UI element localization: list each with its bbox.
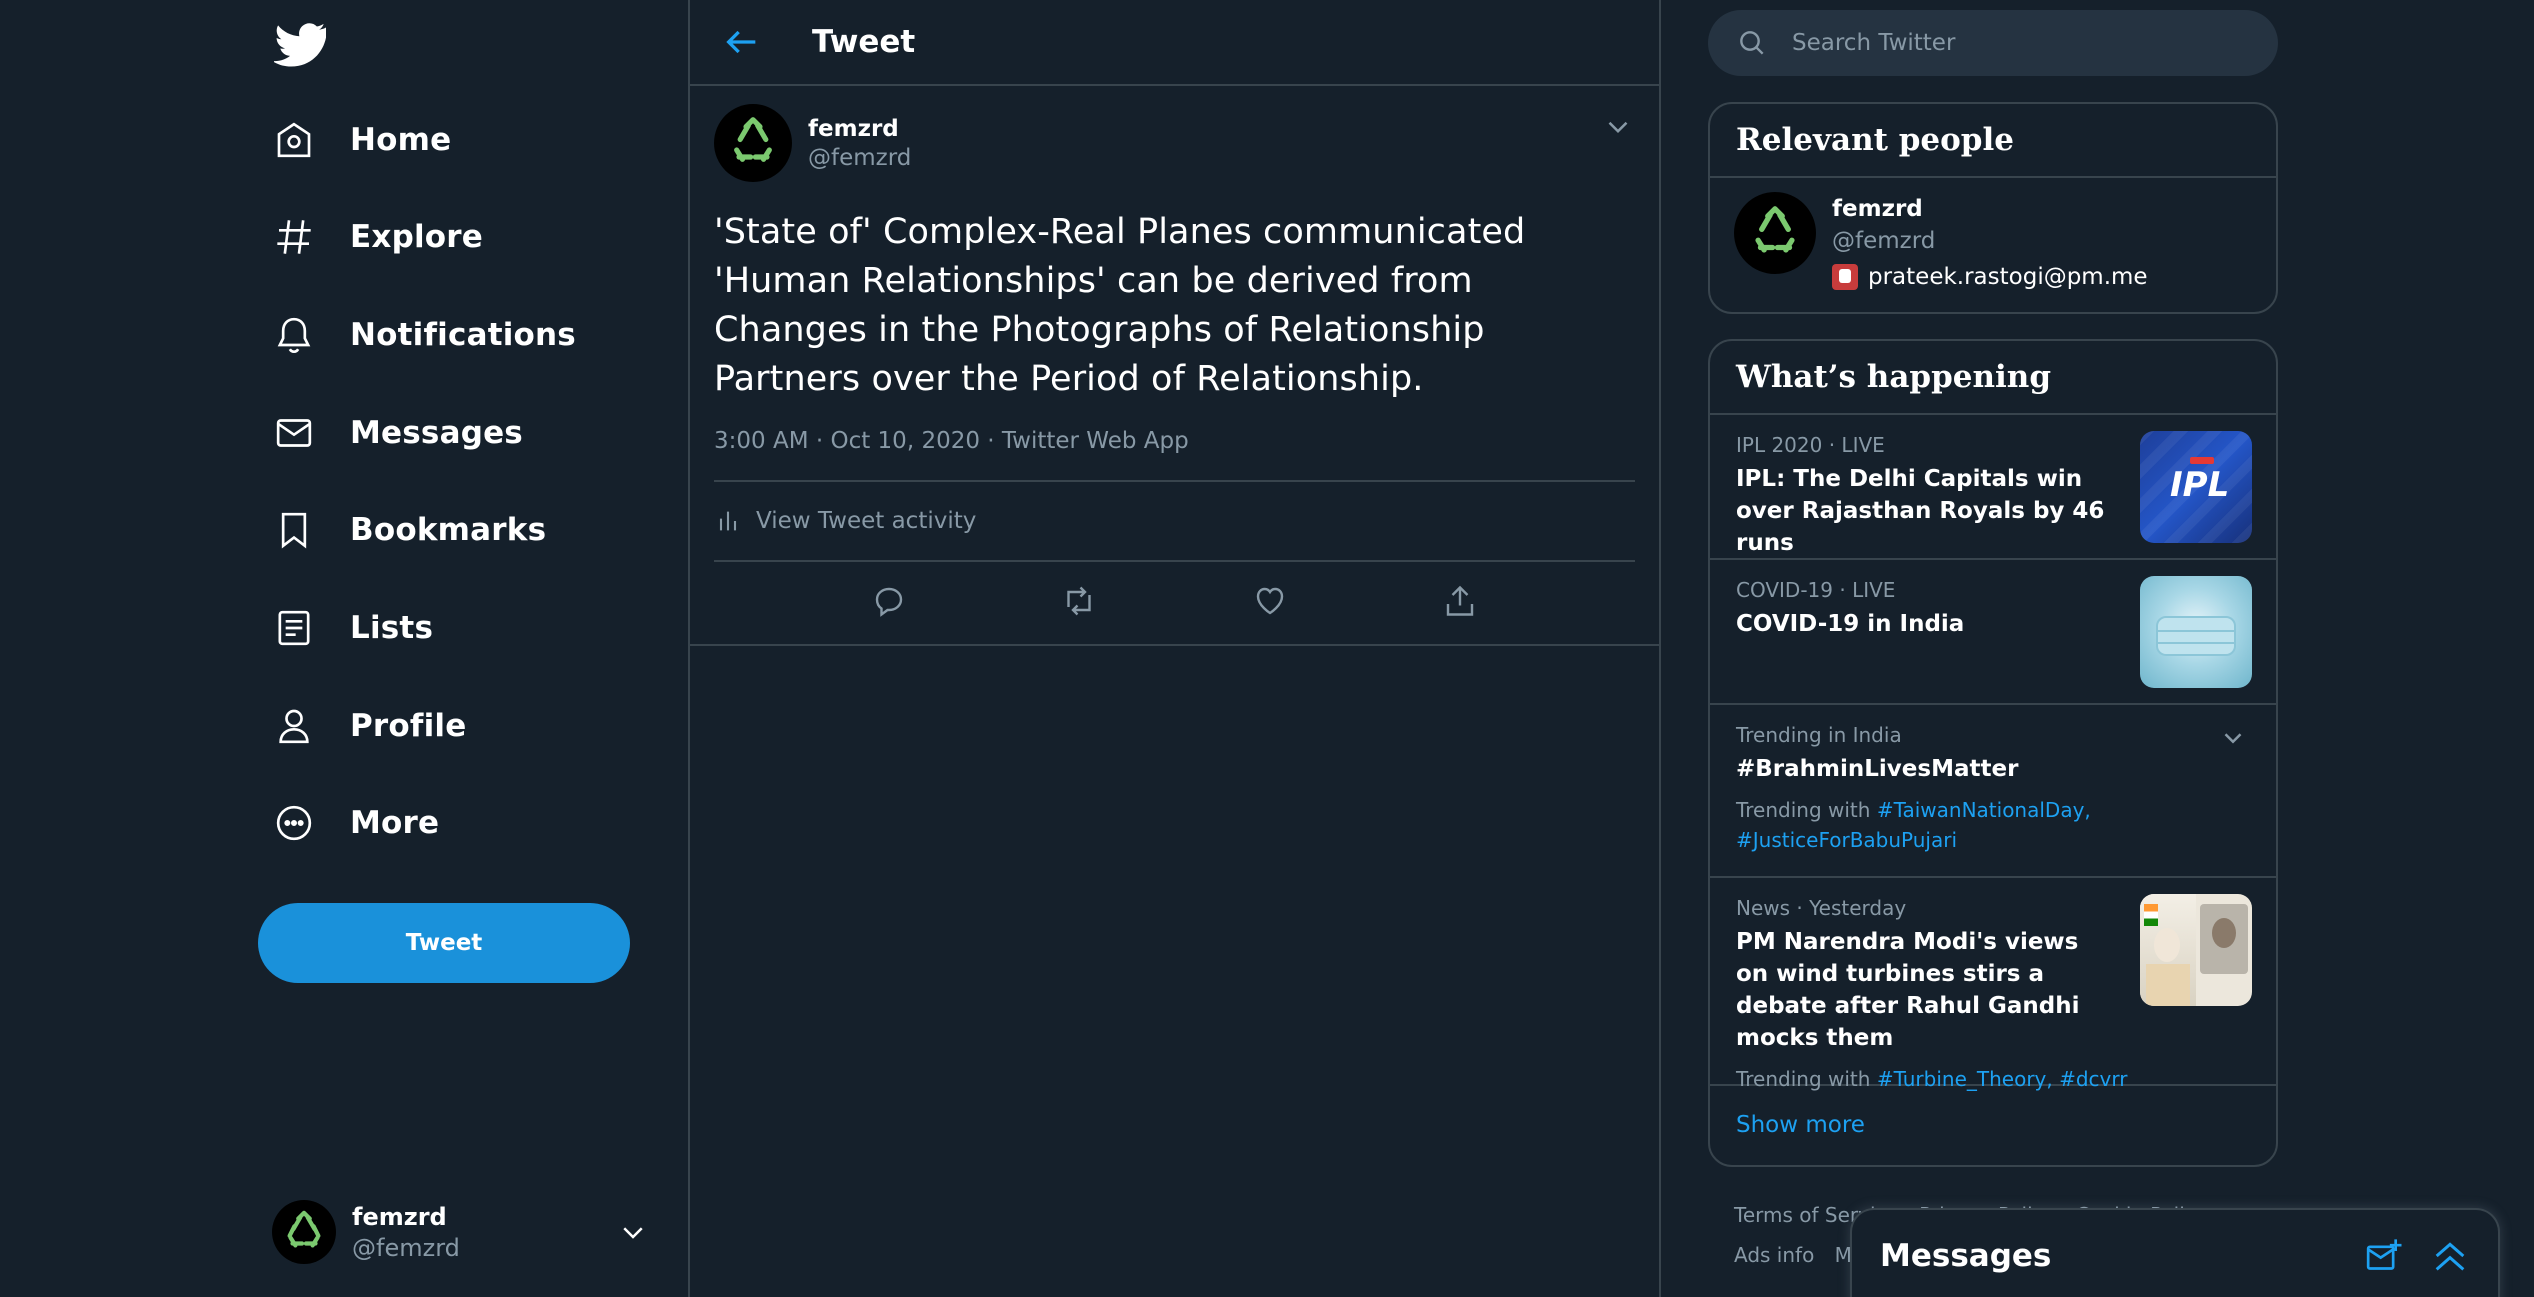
trend-with: Trending with #Turbine_Theory, #dcvrr bbox=[1736, 1064, 2250, 1094]
like-icon[interactable] bbox=[1252, 583, 1288, 619]
recycle-icon bbox=[1755, 206, 1795, 253]
bell-icon bbox=[277, 317, 311, 354]
nav-explore-label: Explore bbox=[350, 219, 483, 255]
relevant-person-bio: prateek.rastogi@pm.me bbox=[1832, 264, 2148, 290]
relevant-person-handle: @femzrd bbox=[1832, 228, 1936, 254]
ipl-logo: IPL bbox=[2170, 465, 2230, 505]
tweet-timestamp[interactable]: 3:00 AM · Oct 10, 2020 · Twitter Web App bbox=[714, 428, 1635, 482]
avatar bbox=[272, 1200, 336, 1264]
back-arrow-icon[interactable] bbox=[722, 22, 762, 62]
account-name: femzrd bbox=[352, 1202, 447, 1231]
trend-with: Trending with #TaiwanNationalDay, #Justi… bbox=[1736, 795, 2250, 855]
nav-more[interactable]: More bbox=[274, 788, 469, 858]
search-input[interactable] bbox=[1792, 30, 2212, 56]
bookmark-icon bbox=[281, 512, 307, 549]
home-icon bbox=[277, 122, 311, 158]
hashtag-icon bbox=[277, 220, 311, 254]
tweet-author-handle[interactable]: @femzrd bbox=[808, 145, 911, 171]
account-handle: @femzrd bbox=[352, 1233, 460, 1262]
trend-item[interactable]: News · Yesterday PM Narendra Modi's view… bbox=[1710, 878, 2276, 1091]
messages-drawer-title: Messages bbox=[1880, 1238, 2052, 1274]
nav-home-label: Home bbox=[350, 122, 452, 158]
trend-with-label: Trending with bbox=[1736, 1067, 1871, 1091]
trend-title: IPL: The Delhi Capitals win over Rajasth… bbox=[1736, 466, 2105, 556]
nav-explore[interactable]: Explore bbox=[274, 202, 513, 272]
mailbox-icon bbox=[1832, 264, 1858, 290]
trend-tag[interactable]: #JusticeForBabuPujari bbox=[1736, 828, 1957, 852]
trend-title: #BrahminLivesMatter bbox=[1736, 756, 2019, 782]
trend-item[interactable]: Trending in India #BrahminLivesMatter Tr… bbox=[1710, 705, 2276, 878]
analytics-icon bbox=[719, 511, 737, 531]
divider bbox=[690, 644, 1659, 646]
recycle-icon bbox=[734, 117, 772, 162]
ipl-thumbnail: IPL bbox=[2140, 431, 2252, 543]
page-title: Tweet bbox=[812, 24, 916, 60]
relevant-person-name[interactable]: femzrd bbox=[1832, 196, 1923, 222]
envelope-icon bbox=[276, 419, 312, 447]
trend-title: COVID-19 in India bbox=[1736, 611, 1965, 637]
relevant-people-title: Relevant people bbox=[1710, 104, 2276, 178]
nav-home[interactable]: Home bbox=[274, 105, 481, 175]
list-icon bbox=[278, 610, 310, 646]
left-sidebar: Home Explore Notifications Messages Book… bbox=[258, 0, 688, 1297]
whats-happening-card: What’s happening IPL 2020 · LIVE IPL: Th… bbox=[1708, 339, 2278, 1167]
mask-thumbnail bbox=[2140, 576, 2252, 688]
nav-notifications-label: Notifications bbox=[350, 317, 576, 353]
trend-item[interactable]: IPL 2020 · LIVE IPL: The Delhi Capitals … bbox=[1710, 415, 2276, 560]
nav-bookmarks-label: Bookmarks bbox=[350, 512, 547, 548]
recycle-icon bbox=[287, 1210, 321, 1248]
nav-messages[interactable]: Messages bbox=[274, 398, 553, 468]
trend-tag[interactable]: #TaiwanNationalDay, bbox=[1877, 798, 2091, 822]
nav-messages-label: Messages bbox=[350, 415, 523, 451]
trend-with-label: Trending with bbox=[1736, 798, 1871, 822]
nav-lists-label: Lists bbox=[350, 610, 434, 646]
trend-tag[interactable]: #Turbine_Theory, bbox=[1877, 1067, 2053, 1091]
nav-profile-label: Profile bbox=[350, 708, 467, 744]
trend-title: PM Narendra Modi's views on wind turbine… bbox=[1736, 929, 2080, 1051]
footer-link[interactable]: Ads info bbox=[1734, 1243, 1814, 1267]
whats-happening-title: What’s happening bbox=[1710, 341, 2276, 415]
tweet-text: 'State of' Complex-Real Planes communica… bbox=[714, 212, 1526, 399]
twitter-logo-icon[interactable] bbox=[274, 18, 326, 70]
relevant-person-email: prateek.rastogi@pm.me bbox=[1868, 264, 2148, 290]
avatar[interactable] bbox=[714, 104, 792, 182]
relevant-people-card: Relevant people femzrd @femzrd prateek.r… bbox=[1708, 102, 2278, 314]
view-tweet-activity-label: View Tweet activity bbox=[756, 508, 977, 534]
news-thumbnail bbox=[2140, 894, 2252, 1006]
nav-more-label: More bbox=[350, 805, 440, 841]
trend-tag[interactable]: #dcvrr bbox=[2059, 1067, 2127, 1091]
search-box[interactable] bbox=[1708, 10, 2278, 76]
share-icon[interactable] bbox=[1442, 583, 1478, 619]
avatar[interactable] bbox=[1734, 192, 1816, 274]
tweet-actions bbox=[714, 562, 1635, 640]
more-circle-icon bbox=[276, 805, 312, 841]
messages-drawer[interactable]: Messages bbox=[1850, 1208, 2500, 1297]
new-message-icon[interactable] bbox=[2364, 1236, 2404, 1276]
double-chevron-up-icon[interactable] bbox=[2430, 1236, 2470, 1276]
nav-lists[interactable]: Lists bbox=[274, 593, 463, 663]
show-more-link[interactable]: Show more bbox=[1710, 1086, 2276, 1164]
caret-down-icon[interactable] bbox=[1601, 110, 1635, 144]
nav-profile[interactable]: Profile bbox=[274, 691, 496, 761]
tweet-detail: femzrd @femzrd 'State of' Complex-Real P… bbox=[690, 86, 1659, 640]
tweet-author-name[interactable]: femzrd bbox=[808, 116, 911, 142]
search-icon bbox=[1740, 31, 1764, 55]
page-header: Tweet bbox=[690, 0, 1659, 86]
reply-icon[interactable] bbox=[871, 583, 907, 619]
trend-meta: Trending in India bbox=[1736, 723, 1902, 747]
nav-bookmarks[interactable]: Bookmarks bbox=[274, 495, 576, 565]
chevron-down-icon[interactable] bbox=[2218, 723, 2248, 753]
relevant-person[interactable]: femzrd @femzrd prateek.rastogi@pm.me bbox=[1710, 178, 2276, 312]
account-switcher[interactable]: femzrd @femzrd bbox=[272, 1195, 672, 1269]
view-tweet-activity[interactable]: View Tweet activity bbox=[714, 482, 1635, 562]
twitter-app: Home Explore Notifications Messages Book… bbox=[0, 0, 2534, 1297]
retweet-icon[interactable] bbox=[1061, 583, 1097, 619]
person-icon bbox=[279, 709, 309, 744]
chevron-down-icon bbox=[623, 1227, 643, 1239]
main-column: Tweet femzrd @femzrd 'State of' Complex-… bbox=[688, 0, 1661, 1297]
trend-item[interactable]: COVID-19 · LIVE COVID-19 in India bbox=[1710, 560, 2276, 705]
tweet-button[interactable]: Tweet bbox=[258, 903, 630, 983]
nav-notifications[interactable]: Notifications bbox=[274, 300, 606, 370]
